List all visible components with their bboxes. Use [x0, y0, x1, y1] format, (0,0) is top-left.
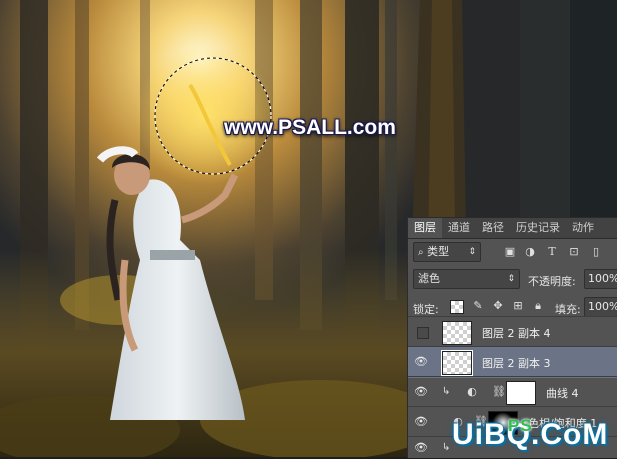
lock-all-icon[interactable]: 🔒︎ — [532, 300, 544, 312]
layer-mask-thumbnail — [506, 381, 536, 405]
blend-mode-value: 滤色 — [418, 272, 440, 285]
layer-name: 图层 2 副本 3 — [482, 357, 551, 370]
layer-row[interactable]: 图层 2 副本 4 — [408, 316, 617, 348]
corner-watermark-sub: PS — [508, 416, 533, 435]
tab-layers[interactable]: 图层 — [408, 218, 442, 238]
adjustment-filter-icon[interactable]: ◑ — [524, 246, 536, 258]
site-watermark: www.PSALL.com — [224, 116, 396, 139]
type-filter-icon[interactable]: T — [546, 246, 558, 258]
curves-adjustment-icon: ◐ — [467, 385, 477, 398]
layer-name: 图层 2 副本 4 — [482, 327, 551, 340]
tab-channels[interactable]: 通道 — [442, 218, 476, 238]
fill-input[interactable]: 100% — [584, 297, 617, 317]
lock-position-icon[interactable]: ✥ — [492, 300, 504, 312]
eye-icon[interactable]: 👁︎ — [414, 385, 428, 399]
tab-actions[interactable]: 动作 — [566, 218, 600, 238]
chevron-updown-icon: ⇕ — [507, 274, 515, 284]
layer-thumbnail — [442, 321, 472, 345]
eye-icon[interactable]: 👁︎ — [414, 415, 428, 429]
eye-icon[interactable]: 👁︎ — [414, 355, 428, 369]
lock-artboard-icon[interactable]: ⊞ — [512, 300, 524, 312]
clipping-arrow-icon: ↳ — [442, 386, 451, 397]
tab-history[interactable]: 历史记录 — [510, 218, 566, 238]
chevron-updown-icon: ⇕ — [468, 247, 476, 257]
image-filter-icon[interactable]: ▣ — [504, 246, 516, 258]
layer-row-selected[interactable]: 👁︎ 图层 2 副本 3 — [408, 346, 617, 378]
shape-filter-icon[interactable]: ⊡ — [568, 246, 580, 258]
smart-object-filter-icon[interactable]: ▯ — [590, 246, 602, 258]
eye-icon[interactable]: 👁︎ — [414, 441, 428, 455]
opacity-input[interactable]: 100% — [584, 269, 617, 289]
clipping-arrow-icon: ↳ — [442, 442, 451, 453]
opacity-label: 不透明度: — [528, 275, 576, 288]
link-icon[interactable]: ⛓︎ — [492, 386, 506, 398]
layer-row[interactable]: 👁︎ ↳ ◐ ⛓︎ 曲线 4 — [408, 376, 617, 408]
fill-label: 填充: — [555, 303, 581, 316]
layer-name: 曲线 4 — [546, 387, 579, 400]
corner-watermark: UiBQ.CoM PS — [452, 416, 608, 452]
layer-filter-select[interactable]: ⌕ 类型 ⇕ — [413, 242, 481, 262]
search-icon: ⌕ — [418, 247, 424, 258]
layer-thumbnail — [441, 350, 473, 376]
lock-transparent-icon[interactable] — [450, 300, 464, 314]
lock-paint-icon[interactable]: ✎ — [472, 300, 484, 312]
filter-type-label: 类型 — [427, 245, 450, 258]
panel-tabs: 图层 通道 路径 历史记录 动作 — [408, 218, 617, 239]
visibility-toggle[interactable] — [417, 327, 429, 339]
tab-paths[interactable]: 路径 — [476, 218, 510, 238]
blend-mode-select[interactable]: 滤色 ⇕ — [413, 269, 520, 289]
lock-label: 锁定: — [413, 303, 439, 316]
